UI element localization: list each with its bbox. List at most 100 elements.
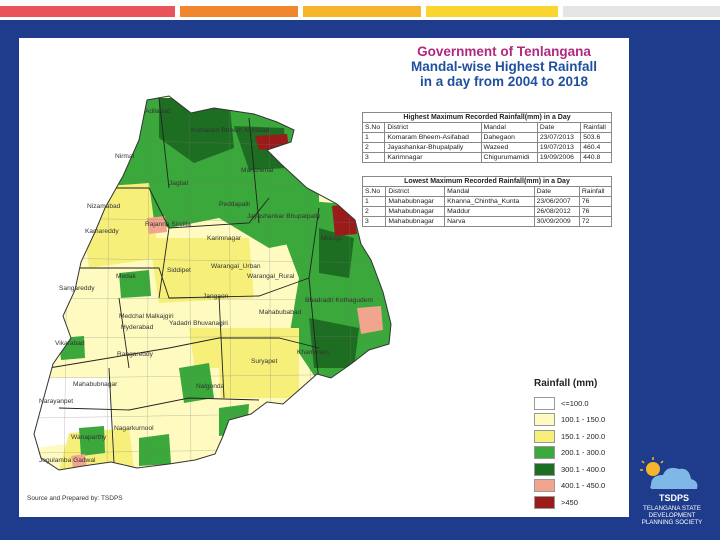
district-label: Suryapet xyxy=(251,358,278,365)
column-header: S.No xyxy=(361,122,386,133)
district-label: Mancherial xyxy=(241,167,274,174)
table-cell: 3 xyxy=(361,216,387,227)
legend-item: 100.1 - 150.0 xyxy=(534,413,624,427)
column-header: District xyxy=(384,122,482,133)
legend-label: 100.1 - 150.0 xyxy=(561,415,606,425)
logo-acronym: TSDPS xyxy=(659,493,689,503)
column-header: Mandal xyxy=(444,186,535,197)
district-label: Jagtial xyxy=(169,180,189,187)
district-label: Jayashankar Bhupalpally xyxy=(247,213,321,220)
logo-text: TELANGANA STATE DEVELOPMENT PLANNING SOC… xyxy=(625,505,719,526)
district-label: Komaram Bheem Asifabad xyxy=(191,127,270,134)
table-row: 1 Mahabubnagar Khanna_Chintha_Kunta 23/0… xyxy=(361,196,613,207)
district-label: Mahabubnagar xyxy=(73,381,118,388)
district-label: Peddapalli xyxy=(219,201,250,208)
table-cell: 503.6 xyxy=(580,132,612,143)
legend-item: 300.1 - 400.0 xyxy=(534,462,624,476)
table-cell: 460.4 xyxy=(580,142,612,153)
district-label: Jangaon xyxy=(203,293,229,300)
table-cell: 2 xyxy=(361,142,386,153)
legend-swatch xyxy=(534,429,555,443)
column-header: Date xyxy=(536,122,582,133)
district-label: Sangareddy xyxy=(59,285,95,292)
table-cell: 26/08/2012 xyxy=(533,206,580,217)
table-cell: Wazeed xyxy=(480,142,538,153)
district-label: Nalgonda xyxy=(196,383,225,390)
table-cell: Komaram Bheem-Asifabad xyxy=(384,132,482,143)
column-header: Rainfall xyxy=(580,122,612,133)
table-cell: 23/06/2007 xyxy=(533,196,580,207)
column-header: S.No xyxy=(361,186,387,197)
top-bar-orange-segment xyxy=(180,6,298,17)
logo-line: TELANGANA STATE xyxy=(643,505,701,512)
district-label: Bhadradri Kothagudem xyxy=(305,297,373,304)
district-label: Nirmal xyxy=(115,153,135,160)
district-label: Wanaparthy xyxy=(71,434,107,441)
district-label: Medchal Malkajgiri xyxy=(119,313,174,320)
district-label: Rangareddy xyxy=(117,351,154,358)
table-cell: 440.8 xyxy=(580,152,612,163)
district-label: Nagarkurnool xyxy=(114,425,154,432)
legend-item: 150.1 - 200.0 xyxy=(534,429,624,443)
table-cell: Mahabubnagar xyxy=(385,216,446,227)
legend-label: 300.1 - 400.0 xyxy=(561,464,606,474)
table-cell: 1 xyxy=(361,196,387,207)
district-label: Hyderabad xyxy=(121,324,154,331)
district-label: Medak xyxy=(116,273,136,280)
map-title: Government of Tenlangana Mandal-wise Hig… xyxy=(374,44,634,89)
logo-line: DEVELOPMENT xyxy=(648,512,696,519)
table-cell: Jayashankar-Bhupalpally xyxy=(384,142,482,153)
top-bar-amber-segment xyxy=(303,6,421,17)
table-cell: Khanna_Chintha_Kunta xyxy=(444,196,535,207)
legend-item: 200.1 - 300.0 xyxy=(534,446,624,460)
district-label: Yadadri Bhuvanagiri xyxy=(169,320,228,327)
lowest-rainfall-table: Lowest Maximum Recorded Rainfall(mm) in … xyxy=(361,176,613,227)
table-header-row: S.No District Mandal Date Rainfall xyxy=(361,186,613,197)
district-label: Karimnagar xyxy=(207,235,242,242)
logo-line: PLANNING SOCIETY xyxy=(641,519,703,526)
legend-swatch xyxy=(534,462,555,476)
district-label: Warangal_Rural xyxy=(247,273,295,280)
top-color-bar xyxy=(0,0,720,20)
table-cell: Mahabubnagar xyxy=(385,196,446,207)
district-label: Adilabad xyxy=(145,108,171,115)
table-cell: 23/07/2013 xyxy=(536,132,582,143)
district-label: Narayanpet xyxy=(39,398,73,405)
column-header: District xyxy=(385,186,446,197)
table-cell: 19/07/2013 xyxy=(536,142,582,153)
table-cell: 1 xyxy=(361,132,386,143)
legend-label: >450 xyxy=(561,498,578,508)
table-caption: Lowest Maximum Recorded Rainfall(mm) in … xyxy=(362,176,612,187)
district-label: Mulugu xyxy=(321,235,343,242)
top-bar-gray-segment xyxy=(563,6,720,17)
district-label: Khammam xyxy=(297,349,329,356)
table-cell: Karimnagar xyxy=(384,152,482,163)
legend-swatch xyxy=(534,413,555,427)
district-label: Jogulamba Gadwal xyxy=(39,457,96,464)
highest-rainfall-table: Highest Maximum Recorded Rainfall(mm) in… xyxy=(361,112,612,163)
source-note: Source and Prepared by: TSDPS xyxy=(27,495,123,502)
district-label: Nizamabad xyxy=(87,203,121,210)
rainfall-legend: Rainfall (mm) <=100.0 100.1 - 150.0 150.… xyxy=(534,378,624,512)
legend-title: Rainfall (mm) xyxy=(534,378,598,389)
legend-label: 150.1 - 200.0 xyxy=(561,431,606,441)
table-cell: Chigurumamidi xyxy=(480,152,538,163)
table-row: 3 Karimnagar Chigurumamidi 19/09/2006 44… xyxy=(361,152,612,163)
legend-swatch xyxy=(534,479,555,493)
table-cell: Mahabubnagar xyxy=(385,206,446,217)
legend-item: 400.1 - 450.0 xyxy=(534,479,624,493)
district-label: Mahabubabad xyxy=(259,309,301,316)
legend-swatch xyxy=(534,446,555,460)
table-cell: 76 xyxy=(578,206,613,217)
title-line-subject: Mandal-wise Highest Rainfall xyxy=(410,59,598,74)
table-cell: 30/09/2009 xyxy=(533,216,580,227)
legend-item: <=100.0 xyxy=(534,396,624,410)
table-cell: Narva xyxy=(444,216,535,227)
column-header: Rainfall xyxy=(578,186,613,197)
column-header: Date xyxy=(533,186,580,197)
legend-label: 200.1 - 300.0 xyxy=(561,448,606,458)
legend-label: 400.1 - 450.0 xyxy=(561,481,606,491)
top-bar-red-segment xyxy=(0,6,175,17)
table-cell: Dahegaon xyxy=(480,132,538,143)
legend-label: <=100.0 xyxy=(561,398,589,408)
